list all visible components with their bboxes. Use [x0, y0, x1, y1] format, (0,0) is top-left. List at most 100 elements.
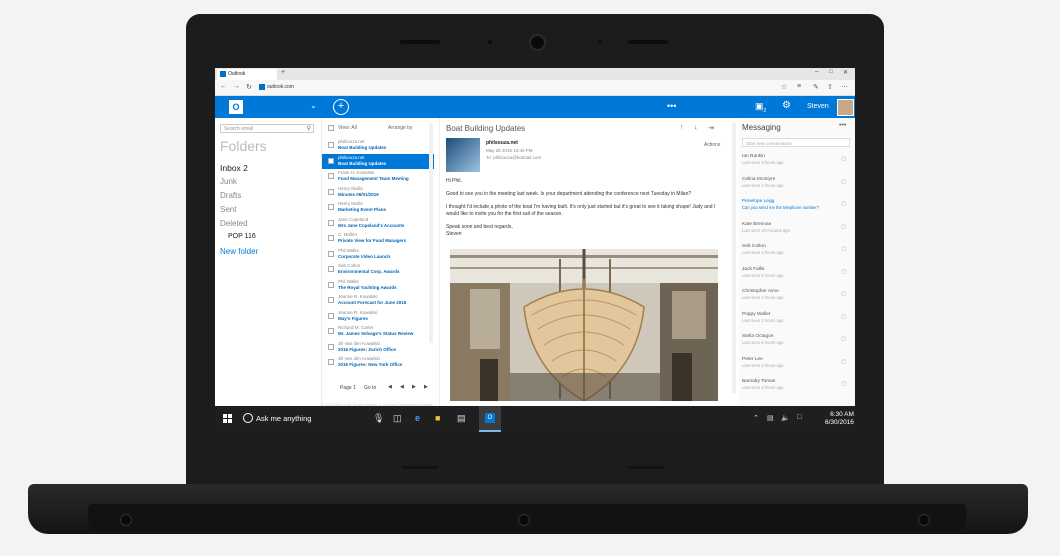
contact-item[interactable]: Peter Lee Last seen 2 hours ago ▢	[742, 357, 850, 371]
down-arrow-icon[interactable]: ↓	[694, 124, 698, 131]
close-icon[interactable]: ✕	[843, 69, 848, 76]
search-icon[interactable]: ⚲	[307, 125, 311, 134]
chat-bubble-icon[interactable]: ▢	[841, 359, 846, 365]
search-input[interactable]: Search email ⚲	[220, 124, 314, 133]
message-row[interactable]: Henry Mullis Marketing Event Plans	[322, 200, 434, 215]
contact-item[interactable]: Celina McIntyre Last seen 2 hours ago ▢	[742, 177, 850, 191]
contact-item[interactable]: Ian Rankin Last seen 3 hours ago ▢	[742, 154, 850, 168]
note-icon[interactable]: ✎	[813, 83, 819, 91]
prev-page-icon[interactable]: ◀	[400, 384, 404, 390]
cortana-icon[interactable]	[243, 413, 253, 423]
chat-bubble-icon[interactable]: ▢	[841, 246, 846, 252]
select-all-checkbox[interactable]	[328, 125, 334, 131]
clock[interactable]: 6:30 AM 6/30/2016	[825, 411, 854, 427]
message-list-scrollbar[interactable]	[429, 123, 433, 343]
message-checkbox[interactable]	[328, 219, 334, 226]
chat-bubble-icon[interactable]: ▢	[841, 291, 846, 297]
chat-icon[interactable]: ▣2	[755, 101, 766, 114]
message-checkbox[interactable]	[328, 343, 334, 350]
folder-sent[interactable]: Sent	[220, 205, 236, 214]
star-icon[interactable]: ☆	[781, 83, 787, 91]
message-checkbox[interactable]	[328, 173, 334, 179]
outlook-taskbar-icon[interactable]: O	[479, 406, 501, 432]
message-row[interactable]: Frank H. Kowalski Fund Management Team Me…	[322, 169, 434, 184]
edge-icon[interactable]: e	[415, 413, 420, 423]
up-arrow-icon[interactable]: ↑	[680, 124, 684, 131]
gear-icon[interactable]: ⚙	[782, 100, 791, 111]
message-checkbox[interactable]	[328, 312, 334, 319]
message-row[interactable]: C. Mullen Private View for Fund Managers	[322, 231, 434, 246]
microphone-icon[interactable]: 🎙	[373, 413, 384, 424]
header-more-button[interactable]: •••	[667, 101, 676, 111]
chat-bubble-icon[interactable]: ▢	[841, 201, 846, 207]
taskbar-search[interactable]: Ask me anything	[256, 414, 311, 423]
notifications-icon[interactable]: □	[797, 414, 801, 421]
message-checkbox[interactable]	[328, 204, 334, 210]
contact-item[interactable]: Penelope Legg Can you send me the telepho…	[742, 199, 850, 213]
message-row[interactable]: Jill Van den Kowalski 2016 Figures: Zuric…	[322, 340, 434, 355]
messaging-more-button[interactable]: •••	[839, 122, 846, 129]
folder-junk[interactable]: Junk	[220, 177, 237, 186]
message-row[interactable]: Jeanne R. Kowalski Account Forecast for J…	[322, 293, 434, 308]
message-checkbox[interactable]	[328, 297, 334, 303]
new-tab-icon[interactable]: +	[281, 69, 285, 76]
folder-drafts[interactable]: Drafts	[220, 191, 241, 200]
message-checkbox[interactable]	[328, 157, 334, 164]
volume-icon[interactable]: 🔈	[781, 414, 790, 422]
minimize-icon[interactable]: –	[815, 69, 818, 75]
message-row[interactable]: Seb Colton Environmental Corp. Awards	[322, 262, 434, 277]
contact-item[interactable]: Kate Brennan Last seen 20 minutes ago ▢	[742, 222, 850, 236]
file-explorer-icon[interactable]: ■	[435, 413, 440, 423]
new-mail-button[interactable]: +	[333, 99, 349, 115]
message-checkbox[interactable]	[328, 266, 334, 272]
message-row[interactable]: Jill Van den Kowalski 2016 Figures: New Y…	[322, 355, 434, 370]
avatar[interactable]	[837, 99, 854, 116]
message-row[interactable]: Phil Walks Corporate Video Launch	[322, 247, 434, 262]
tray-up-icon[interactable]: ⌃	[753, 414, 759, 422]
store-icon[interactable]: ▤	[457, 413, 466, 424]
message-row[interactable]: Jane Copeland Mrs Jane Copeland's Account…	[322, 216, 434, 231]
chevron-down-icon[interactable]: ⌄	[310, 101, 317, 110]
contact-item[interactable]: Seb Colton Last seen 4 hours ago ▢	[742, 244, 850, 258]
outlook-logo-icon[interactable]: O	[229, 100, 243, 114]
browser-tab[interactable]: Outlook	[217, 69, 277, 80]
chat-bubble-icon[interactable]: ▢	[841, 336, 846, 342]
message-row[interactable]: Phil Walks The Royal Yachting Awards	[322, 278, 434, 293]
chat-bubble-icon[interactable]: ▢	[841, 224, 846, 230]
folder-inbox[interactable]: Inbox 2	[220, 163, 248, 173]
url-field[interactable]: outlook.com	[267, 84, 294, 90]
message-row[interactable]: Jeanne R. Kowalski May's Figures	[322, 309, 434, 324]
actions-menu[interactable]: Actions	[704, 142, 720, 148]
message-checkbox[interactable]	[328, 359, 334, 365]
message-checkbox[interactable]	[328, 142, 334, 148]
folder-deleted[interactable]: Deleted	[220, 219, 248, 228]
message-checkbox[interactable]	[328, 328, 334, 334]
new-folder-link[interactable]: New folder	[220, 247, 258, 256]
message-row[interactable]: philsouza.net Boat Building Updates	[322, 153, 434, 169]
first-page-icon[interactable]: ◀	[388, 384, 392, 390]
task-view-icon[interactable]: ◫	[393, 413, 402, 424]
message-row[interactable]: philsouza.net Boat Building Updates	[322, 138, 434, 153]
message-row[interactable]: Richard M. Carter Mr. James Selvage's Sta…	[322, 324, 434, 339]
next-page-icon[interactable]: ▶	[412, 384, 416, 390]
more-icon[interactable]: ⋯	[841, 83, 848, 91]
goto-label[interactable]: Go to	[364, 385, 376, 391]
contact-item[interactable]: Poppy Waller Last seen 3 hours ago ▢	[742, 312, 850, 326]
message-checkbox[interactable]	[328, 188, 334, 195]
contact-item[interactable]: Christopher Aime Last seen 2 hours ago ▢	[742, 289, 850, 303]
chat-bubble-icon[interactable]: ▢	[841, 156, 846, 162]
refresh-icon[interactable]: ↻	[246, 83, 252, 91]
share-icon[interactable]: ⇧	[827, 83, 833, 91]
reading-pane-scrollbar[interactable]	[732, 123, 736, 393]
forward-icon[interactable]: →	[233, 83, 240, 90]
sender-name[interactable]: philsouza.net	[486, 140, 518, 146]
popout-icon[interactable]: ⇥	[708, 124, 714, 132]
contact-item[interactable]: Stella Octagon Last seen 6 hours ago ▢	[742, 334, 850, 348]
message-checkbox[interactable]	[328, 250, 334, 257]
maximize-icon[interactable]: □	[829, 69, 833, 75]
back-icon[interactable]: ←	[220, 83, 227, 90]
view-filter[interactable]: View: All	[338, 125, 357, 131]
contact-item[interactable]: Barnaby Tomas Last seen 4 hours ago ▢	[742, 379, 850, 393]
last-page-icon[interactable]: ▶	[424, 384, 428, 390]
windows-start-icon[interactable]	[223, 414, 233, 424]
